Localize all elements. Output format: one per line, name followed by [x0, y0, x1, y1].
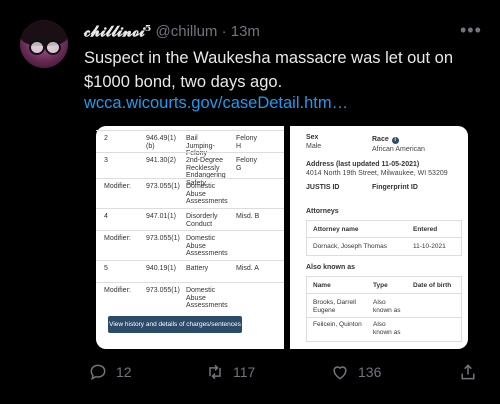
- retweet-button[interactable]: 117: [205, 362, 255, 382]
- race-label: Race i: [372, 136, 399, 144]
- aka-type: Also known as: [373, 321, 401, 336]
- aka-title: Also known as: [306, 264, 356, 271]
- fingerprint-label: Fingerprint ID: [372, 184, 418, 191]
- attorneys-title: Attorneys: [306, 208, 339, 215]
- charge-row: 4 947.01(1) Disorderly Conduct Misd. B: [96, 208, 284, 231]
- aka-name-header: Name: [313, 282, 331, 289]
- charge-count: 3: [104, 157, 108, 164]
- charge-row: Modifier: 973.055(1) Domestic Abuse Assess…: [96, 282, 284, 313]
- charge-description: Battery: [186, 265, 209, 272]
- aka-type: Also known as: [373, 299, 401, 314]
- charges-screenshot[interactable]: 2 946.49(1) (b) Bail Jumping- Felony Felony…: [96, 126, 284, 349]
- reply-icon: [90, 364, 106, 381]
- reply-count: 12: [116, 364, 132, 380]
- address-value: 4014 North 19th Street, Milwaukee, WI 53…: [306, 170, 448, 177]
- charge-count: 2: [104, 135, 108, 142]
- retweet-icon: [209, 364, 221, 380]
- charge-description: Domestic Abuse Assessments: [186, 183, 228, 205]
- tweet-link[interactable]: wcca.wicourts.gov/caseDetail.htm…: [84, 94, 348, 113]
- charge-row: Modifier: 973.055(1) Domestic Abuse Assess…: [96, 230, 284, 261]
- like-count: 136: [358, 364, 382, 380]
- attorney-name-header: Attorney name: [313, 226, 359, 233]
- avatar-glasses: [29, 40, 61, 55]
- more-options-icon[interactable]: •••: [460, 20, 482, 41]
- attorney-name: Dornack, Joseph Thomas: [313, 243, 387, 250]
- aka-table: Name Type Date of birth Brooks, Darrell …: [306, 276, 462, 342]
- charge-statute: 946.49(1) (b): [146, 135, 176, 150]
- charge-statute: 940.19(1): [146, 265, 176, 272]
- charge-description: Disorderly Conduct: [186, 213, 218, 228]
- charge-severity: Felony G: [236, 157, 258, 172]
- info-icon: i: [391, 137, 399, 144]
- charge-description: Domestic Abuse Assessments: [186, 287, 228, 309]
- aka-name: Feilcein, Quinton: [313, 321, 362, 328]
- race-value: African American: [372, 146, 425, 153]
- tweet-timestamp[interactable]: 13m: [231, 23, 260, 40]
- charge-statute: 973.055(1): [146, 235, 180, 242]
- charge-severity: Felony H: [236, 135, 258, 150]
- view-history-button: View history and details of charges/sent…: [108, 316, 242, 333]
- charge-row: 2 946.49(1) (b) Bail Jumping- Felony Felony…: [96, 130, 284, 157]
- retweet-count: 117: [233, 364, 256, 380]
- share-button[interactable]: [458, 362, 478, 382]
- charge-statute: 973.055(1): [146, 287, 180, 294]
- charge-statute: 941.30(2): [146, 157, 176, 164]
- reply-button[interactable]: 12: [88, 362, 132, 382]
- aka-type-header: Type: [373, 282, 388, 289]
- charge-count: Modifier:: [104, 287, 131, 294]
- avatar[interactable]: [20, 20, 68, 68]
- like-button[interactable]: 136: [330, 362, 381, 382]
- charge-severity: Misd. B: [236, 213, 260, 220]
- aka-name: Brooks, Darrell Eugene: [313, 299, 356, 314]
- justis-label: JUSTIS ID: [306, 184, 340, 191]
- user-handle[interactable]: @chillum: [156, 23, 218, 40]
- charge-statute: 973.055(1): [146, 183, 180, 190]
- aka-dob-header: Date of birth: [413, 282, 452, 289]
- share-icon: [461, 364, 475, 380]
- defendant-screenshot[interactable]: Sex Male Race i African American Address …: [290, 126, 468, 349]
- charge-count: 4: [104, 213, 108, 220]
- display-name[interactable]: 𝓬𝓱𝓲𝓵𝓵𝓲𝓷𝓸𝓲⁵: [84, 22, 151, 40]
- sex-value: Male: [306, 143, 322, 150]
- charge-row: Modifier: 973.055(1) Domestic Abuse Assess…: [96, 178, 284, 209]
- tweet-text: Suspect in the Waukesha massacre was let…: [84, 49, 453, 91]
- charge-row: 5 940.19(1) Battery Misd. A: [96, 260, 284, 283]
- address-label: Address (last updated 11-05-2021): [306, 161, 420, 168]
- tweet-media[interactable]: 2 946.49(1) (b) Bail Jumping- Felony Felony…: [88, 126, 480, 349]
- tweet-actions: 12 117 136: [0, 362, 500, 386]
- attorneys-table: Attorney name Entered Dornack, Joseph Th…: [306, 220, 462, 256]
- separator-dot: ·: [221, 23, 227, 40]
- charge-statute: 947.01(1): [146, 213, 176, 220]
- charge-count: Modifier:: [104, 235, 131, 242]
- charge-description: Domestic Abuse Assessments: [186, 235, 228, 257]
- charge-severity: Misd. A: [236, 265, 259, 272]
- heart-icon: [333, 366, 347, 380]
- attorney-entered: 11-10-2021: [413, 243, 446, 250]
- tweet-header: 𝓬𝓱𝓲𝓵𝓵𝓲𝓷𝓸𝓲⁵ @chillum · 13m: [84, 22, 260, 40]
- attorney-entered-header: Entered: [413, 226, 438, 233]
- charge-count: 5: [104, 265, 108, 272]
- charge-count: Modifier:: [104, 183, 131, 190]
- sex-label: Sex: [306, 134, 319, 141]
- charge-row: 3 941.30(2) 2nd-Degree Recklessly Endanger…: [96, 152, 284, 187]
